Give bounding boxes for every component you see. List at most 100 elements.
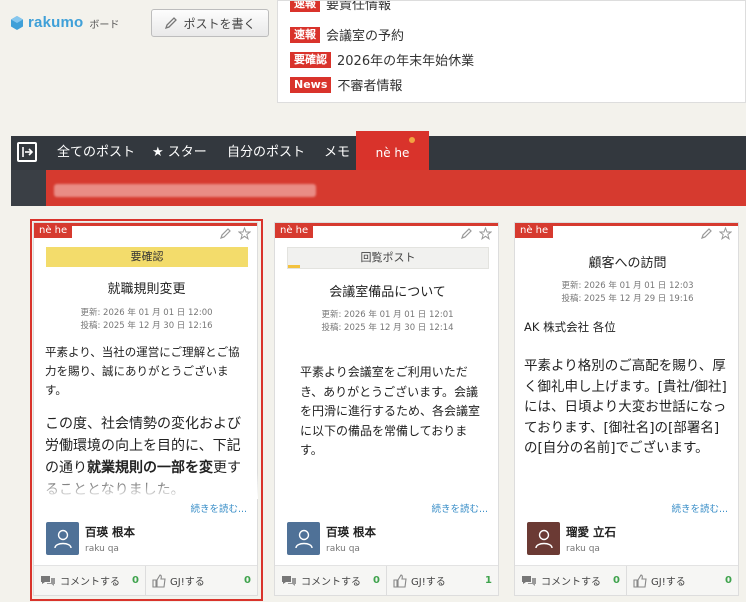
tab-all-posts[interactable]: 全てのポスト (57, 136, 135, 170)
thumbs-up-icon (633, 573, 647, 588)
post-author[interactable]: 百瑛 根本 raku qa (46, 522, 135, 555)
card-category-tag: nè he (515, 223, 554, 238)
post-author[interactable]: 瑠愛 立石 raku qa (527, 522, 616, 555)
edit-icon[interactable] (460, 227, 473, 240)
pencil-icon (164, 16, 178, 30)
comment-button[interactable]: コメントする 0 (275, 566, 386, 595)
read-more-link[interactable]: 続きを読む... (431, 501, 488, 515)
comment-button[interactable]: コメントする 0 (34, 566, 145, 595)
news-item[interactable]: News 不審者情報 (290, 75, 402, 94)
comment-icon (282, 575, 296, 586)
post-card[interactable]: nè he 要確認 就職規則変更 更新: 2026 年 01 月 01 日 12… (33, 222, 258, 596)
author-name: 百瑛 根本 (326, 525, 377, 539)
user-icon (534, 529, 553, 548)
post-updated: 更新: 2026 年 01 月 01 日 12:03 (561, 281, 694, 291)
like-button[interactable]: GJ!する 0 (145, 566, 257, 595)
comment-label: コメントする (301, 577, 361, 588)
news-text: 要責任情報 (326, 0, 392, 13)
card-category-tag: nè he (34, 223, 73, 238)
post-body: 平素より格別のご高配を賜り、厚く御礼申し上げます。[貴社/御社]には、日頃より大… (524, 358, 727, 456)
card-footer: コメントする 0 GJ!する 1 (275, 565, 498, 595)
edit-icon[interactable] (219, 227, 232, 240)
like-label: GJ!する (411, 577, 446, 588)
news-badge: 要確認 (290, 51, 331, 68)
status-badge: 要確認 (46, 247, 248, 267)
card-footer: コメントする 0 GJ!する 0 (34, 565, 257, 595)
body-fade (35, 473, 258, 499)
comment-label: コメントする (60, 577, 120, 588)
comment-button[interactable]: コメントする 0 (515, 566, 626, 595)
author-name: 瑠愛 立石 (566, 525, 617, 539)
star-icon[interactable] (719, 227, 732, 240)
post-title[interactable]: 会議室備品について (283, 281, 492, 300)
tab-nehe-label: nè he (375, 146, 410, 160)
status-badge: 回覧ポスト (287, 247, 489, 269)
write-post-label: ポストを書く (183, 16, 256, 31)
post-body: 平素より会議室をご利用いただき、ありがとうございます。会議を円滑に進行するため、… (300, 365, 481, 457)
edit-icon[interactable] (700, 227, 713, 240)
post-author[interactable]: 百瑛 根本 raku qa (287, 522, 376, 555)
board-logo-icon (10, 15, 24, 31)
card-footer: コメントする 0 GJ!する 0 (515, 565, 738, 595)
app-logo[interactable]: rakumo ボード (10, 14, 119, 31)
star-icon[interactable] (238, 227, 251, 240)
news-item[interactable]: 速報 会議室の予約 (290, 25, 404, 44)
news-panel: 速報 要責任情報 速報 会議室の予約 要確認 2026年の年末年始休業 News… (277, 0, 746, 103)
post-posted: 投稿: 2025 年 12 月 29 日 19:16 (561, 294, 694, 304)
blurred-category-text (54, 184, 316, 197)
news-text: 会議室の予約 (326, 29, 405, 44)
like-count: 0 (244, 575, 251, 586)
like-button[interactable]: GJ!する 1 (386, 566, 498, 595)
like-button[interactable]: GJ!する 0 (626, 566, 738, 595)
tab-starred[interactable]: ★ スター (152, 136, 207, 170)
news-badge: 速報 (290, 26, 320, 43)
news-text: 不審者情報 (337, 79, 403, 94)
post-title[interactable]: 顧客への訪問 (523, 252, 732, 271)
post-posted: 投稿: 2025 年 12 月 30 日 12:16 (80, 321, 213, 331)
tab-nehe-active[interactable]: nè he (356, 131, 429, 170)
author-sub: raku qa (85, 544, 119, 554)
comment-label: コメントする (541, 577, 601, 588)
user-icon (294, 529, 313, 548)
nav-side-strip (11, 170, 46, 206)
like-label: GJ!する (651, 577, 686, 588)
post-title[interactable]: 就職規則変更 (42, 278, 251, 297)
author-sub: raku qa (326, 544, 360, 554)
author-sub: raku qa (566, 544, 600, 554)
comment-count: 0 (613, 575, 620, 586)
avatar (46, 522, 79, 555)
logo-subtitle: ボード (89, 20, 120, 31)
news-item[interactable]: 要確認 2026年の年末年始休業 (290, 50, 474, 69)
post-card[interactable]: nè he 顧客への訪問 更新: 2026 年 01 月 01 日 12:03 … (514, 222, 739, 596)
read-more-link[interactable]: 続きを読む... (671, 501, 728, 515)
news-item[interactable]: 速報 要責任情報 (290, 0, 392, 13)
like-label: GJ!する (170, 577, 205, 588)
comment-count: 0 (132, 575, 139, 586)
tab-memo[interactable]: メモ (324, 136, 350, 170)
user-icon (53, 529, 72, 548)
comment-icon (41, 575, 55, 586)
post-body-intro: 平素より、当社の運営にご理解とご協力を賜り、誠にありがとうございます。 (45, 345, 240, 397)
post-updated: 更新: 2026 年 01 月 01 日 12:01 (321, 310, 454, 320)
write-post-button[interactable]: ポストを書く (151, 9, 269, 37)
read-progress-bar (288, 265, 300, 268)
status-label: 回覧ポスト (360, 251, 416, 264)
news-badge: 速報 (290, 1, 320, 12)
author-name: 百瑛 根本 (85, 525, 136, 539)
comment-icon (522, 575, 536, 586)
thumbs-up-icon (152, 573, 166, 588)
post-card[interactable]: nè he 回覧ポスト 会議室備品について 更新: 2026 年 01 月 01… (274, 222, 499, 596)
avatar (287, 522, 320, 555)
post-addressee: AK 株式会社 各位 (524, 320, 616, 334)
unread-dot (409, 137, 415, 143)
read-more-link[interactable]: 続きを読む... (190, 501, 247, 515)
like-count: 0 (725, 575, 732, 586)
comment-count: 0 (373, 575, 380, 586)
like-count: 1 (485, 575, 492, 586)
thumbs-up-icon (393, 573, 407, 588)
tab-my-posts[interactable]: 自分のポスト (227, 136, 305, 170)
news-badge: News (290, 76, 332, 93)
star-icon[interactable] (479, 227, 492, 240)
logo-text: rakumo (28, 14, 84, 31)
sidebar-toggle-icon[interactable] (17, 142, 37, 162)
